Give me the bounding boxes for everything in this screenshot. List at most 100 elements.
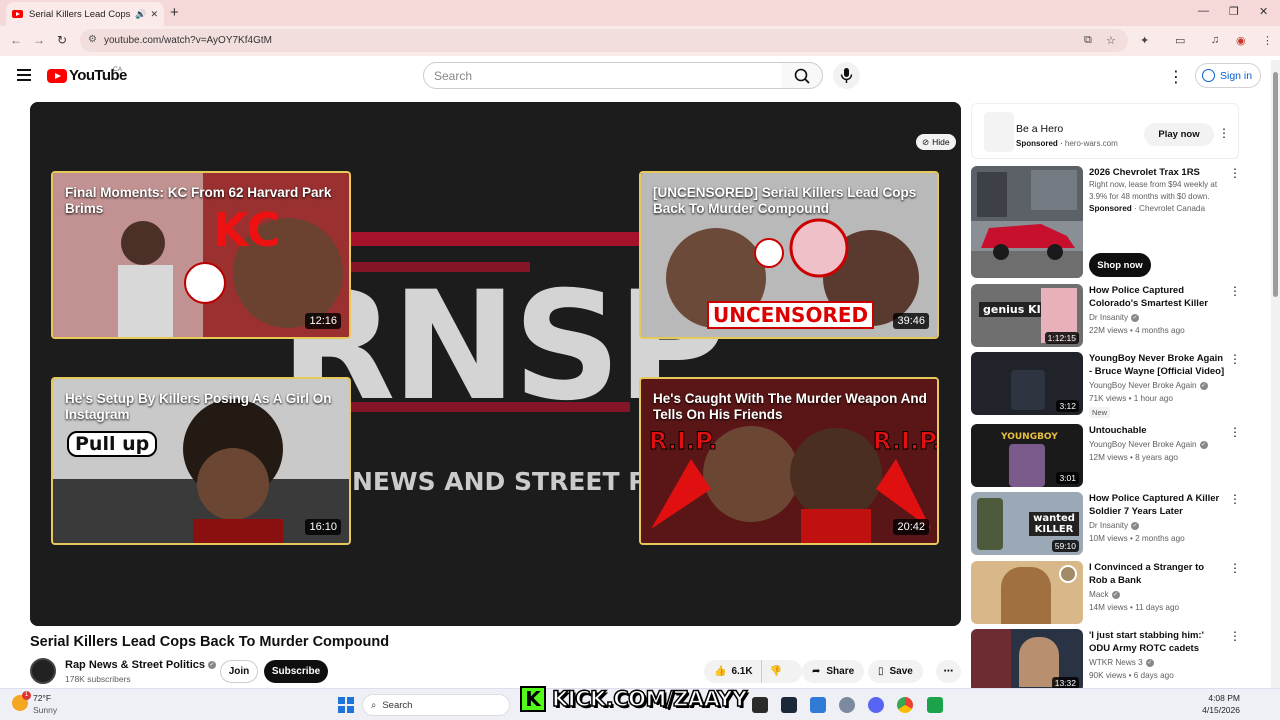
list-item[interactable]: 13:32 'I just start stabbing him:' ODU A… [971, 629, 1241, 688]
list-item[interactable]: 3:12 YoungBoy Never Broke Again - Bruce … [971, 352, 1241, 418]
channel-name[interactable]: Rap News & Street Politics ✓ [65, 659, 216, 671]
bookmark-icon: ▯ [878, 666, 884, 677]
ad-title: Be a Hero [1016, 123, 1064, 135]
settings-more-icon[interactable]: ⋮ [1168, 67, 1184, 87]
ad-more-icon[interactable]: ⋮ [1218, 126, 1230, 140]
promo-more-icon[interactable]: ⋮ [1229, 166, 1241, 180]
video-more-icon[interactable]: ⋮ [1229, 492, 1241, 506]
watch-later-icon[interactable] [1059, 565, 1077, 583]
search-icon [794, 68, 810, 84]
share-icon: ➦ [812, 666, 821, 677]
restore-icon[interactable]: ❐ [1229, 5, 1239, 18]
search-input[interactable]: Search [423, 62, 782, 89]
promo-thumbnail [971, 166, 1083, 278]
new-badge: New [1089, 407, 1111, 418]
url-text: youtube.com/watch?v=AyOY7Kf4GtM [104, 35, 272, 46]
list-item[interactable]: genius KILLER 1:12:15 How Police Capture… [971, 284, 1241, 347]
dislike-button[interactable]: 👎 [762, 666, 790, 677]
shop-now-button[interactable]: Shop now [1089, 253, 1151, 277]
endcard-video[interactable]: KC Final Moments: KC From 62 Harvard Par… [51, 171, 351, 339]
video-more-icon[interactable]: ⋮ [1229, 284, 1241, 298]
weather-temperature: 72°F [33, 693, 52, 703]
minimize-icon[interactable]: — [1198, 5, 1209, 17]
browser-tab[interactable]: Serial Killers Lead Cops Back 🔊 ✕ [6, 2, 164, 26]
video-meta: 12M views • 8 years ago [1089, 453, 1178, 462]
address-bar[interactable]: ⚙ youtube.com/watch?v=AyOY7Kf4GtM [80, 29, 1128, 52]
video-duration: 59:10 [1051, 540, 1079, 552]
close-window-icon[interactable]: ✕ [1259, 5, 1268, 18]
endcard-title: He's Setup By Killers Posing As A Girl O… [65, 391, 332, 422]
video-player[interactable]: RNSP NEWS AND STREET POL ⊘ Hide KC Final… [30, 102, 961, 626]
verified-badge-icon: ✓ [208, 661, 216, 670]
voice-search-button[interactable] [833, 62, 860, 89]
like-button[interactable]: 👍 6.1K [704, 660, 762, 683]
discord-icon[interactable] [868, 697, 884, 713]
new-tab-icon[interactable]: + [170, 4, 179, 21]
hide-endscreen-button[interactable]: ⊘ Hide [916, 134, 956, 150]
scrollbar-thumb[interactable] [1273, 72, 1278, 297]
video-title: Serial Killers Lead Cops Back To Murder … [30, 634, 390, 650]
video-more-icon[interactable]: ⋮ [1229, 629, 1241, 643]
channel-name: WTKR News 3 ✓ [1089, 658, 1154, 667]
profile-icon[interactable]: ◉ [1236, 34, 1246, 47]
steam-icon[interactable] [781, 697, 797, 713]
taskbar-search[interactable]: ⌕ Search [362, 694, 510, 716]
extensions-icon[interactable]: ✦ [1140, 34, 1149, 47]
install-app-icon[interactable]: ⧉ [1084, 34, 1092, 47]
share-button[interactable]: ➦ Share [802, 660, 865, 683]
site-info-icon[interactable]: ⚙ [88, 34, 97, 45]
video-meta: 90K views • 6 days ago [1089, 671, 1174, 680]
back-icon[interactable]: ← [10, 33, 22, 47]
video-title: Untouchable [1089, 425, 1147, 436]
app-icon[interactable] [810, 697, 826, 713]
save-button[interactable]: ▯ Save [868, 660, 923, 683]
video-thumbnail: genius KILLER 1:12:15 [971, 284, 1083, 347]
list-item[interactable]: YOUNGBOY 3:01 Untouchable YoungBoy Never… [971, 424, 1241, 487]
windows-start-icon[interactable] [338, 697, 354, 713]
search-button[interactable] [781, 62, 823, 89]
terminal-icon[interactable] [752, 697, 768, 713]
chrome-icon[interactable] [897, 697, 913, 713]
video-more-icon[interactable]: ⋮ [1229, 352, 1241, 366]
page-scrollbar[interactable] [1271, 60, 1280, 688]
cast-icon[interactable]: ▭ [1175, 34, 1185, 47]
more-horizontal-icon: ⋯ [943, 666, 954, 677]
more-actions-button[interactable]: ⋯ [936, 660, 961, 683]
audio-playing-icon[interactable]: 🔊 [135, 9, 146, 20]
subscribe-button[interactable]: Subscribe [264, 660, 328, 683]
close-tab-icon[interactable]: ✕ [150, 9, 158, 20]
forward-icon[interactable]: → [33, 33, 45, 47]
bookmark-star-icon[interactable]: ☆ [1106, 34, 1116, 47]
video-duration: 3:01 [1056, 472, 1079, 484]
video-thumbnail: YOUNGBOY 3:01 [971, 424, 1083, 487]
endcard-video[interactable]: UNCENSORED [UNCENSORED] Serial Killers L… [639, 171, 939, 339]
app-icon[interactable] [927, 697, 943, 713]
reload-icon[interactable]: ↻ [57, 33, 67, 47]
ad-card[interactable]: Be a Hero Sponsored · hero-wars.com Play… [971, 103, 1239, 159]
endcard-video[interactable]: Pull up He's Setup By Killers Posing As … [51, 377, 351, 545]
channel-avatar[interactable] [30, 658, 56, 684]
browser-tab-strip: Serial Killers Lead Cops Back 🔊 ✕ + — ❐ … [0, 0, 1280, 26]
chrome-menu-icon[interactable]: ⋮ [1262, 34, 1273, 47]
video-more-icon[interactable]: ⋮ [1229, 425, 1241, 439]
video-thumbnail: 13:32 [971, 629, 1083, 688]
play-now-button[interactable]: Play now [1144, 123, 1214, 146]
ad-logo [984, 112, 1014, 152]
endcard-video[interactable]: R.I.P. R.I.P. He's Caught With The Murde… [639, 377, 939, 545]
channel-name: Dr Insanity ✓ [1089, 313, 1140, 322]
thumbnail-art-text: wanted KILLER [1029, 512, 1079, 536]
list-item[interactable]: wanted KILLER 59:10 How Police Captured … [971, 492, 1241, 555]
video-thumbnail [971, 561, 1083, 624]
sign-in-button[interactable]: Sign in [1195, 63, 1262, 88]
promo-ad[interactable]: 2026 Chevrolet Trax 1RS Right now, lease… [971, 166, 1241, 278]
hamburger-menu-icon[interactable] [17, 69, 31, 81]
settings-gear-icon[interactable] [839, 697, 855, 713]
video-more-icon[interactable]: ⋮ [1229, 561, 1241, 575]
media-control-icon[interactable]: ♫ [1211, 34, 1219, 46]
verified-badge-icon: ✓ [1199, 440, 1208, 449]
list-item[interactable]: I Convinced a Stranger to Rob a Bank Mac… [971, 561, 1241, 624]
like-dislike-group: 👍 6.1K 👎 [704, 660, 802, 683]
car-thumbnail [971, 166, 1083, 278]
video-thumbnail: 3:12 [971, 352, 1083, 415]
join-button[interactable]: Join [220, 660, 258, 683]
